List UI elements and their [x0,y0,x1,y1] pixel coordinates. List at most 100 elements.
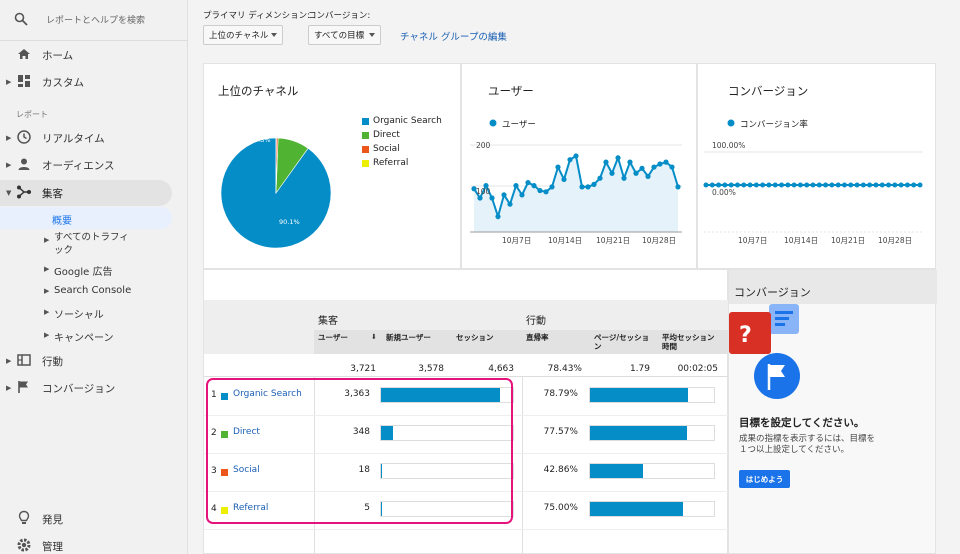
conversion-point[interactable] [734,182,740,188]
users-point[interactable] [603,159,609,165]
users-point[interactable] [585,184,591,190]
conversion-point[interactable] [904,182,910,188]
users-point[interactable] [477,195,483,201]
nav-behavior[interactable]: ▶ 行動 [0,348,188,374]
conversion-point[interactable] [841,182,847,188]
conversion-point[interactable] [760,182,766,188]
header-users[interactable]: ユーザー [318,333,348,342]
header-avg-session-duration[interactable]: 平均セッション時間 [662,333,720,351]
users-point[interactable] [591,181,597,187]
nav-discover[interactable]: 発見 [0,506,188,532]
users-point[interactable] [651,164,657,170]
nav-overview[interactable]: 概要 [0,207,172,229]
users-point[interactable] [531,183,537,189]
conversion-point[interactable] [716,182,722,188]
conversion-point[interactable] [816,182,822,188]
nav-campaigns[interactable]: ▶ キャンペーン [0,329,188,345]
users-point[interactable] [525,179,531,186]
users-point[interactable] [621,175,627,181]
conversion-point[interactable] [835,182,841,188]
users-point[interactable] [579,184,585,190]
conversion-point[interactable] [791,182,797,188]
users-point[interactable] [633,170,639,176]
edit-channel-group-link[interactable]: チャネル グループの編集 [400,29,507,43]
conversion-point[interactable] [886,182,892,188]
legend-label: Direct [373,130,400,140]
users-point[interactable] [669,164,675,170]
conversion-point[interactable] [747,182,753,188]
conversion-point[interactable] [766,182,772,188]
nav-all-traffic[interactable]: ▶ すべてのトラフィック [0,231,188,257]
conversion-point[interactable] [917,182,923,188]
conversion-point[interactable] [879,182,885,188]
users-point[interactable] [663,159,669,165]
users-point[interactable] [567,157,573,163]
users-point[interactable] [543,189,549,195]
users-point[interactable] [507,201,513,207]
nav-audience[interactable]: ▶ オーディエンス [0,152,188,178]
conversion-point[interactable] [867,182,873,188]
users-point[interactable] [615,155,621,161]
primary-dimension-dropdown[interactable]: 上位のチャネル [203,25,283,45]
search-box[interactable]: レポートとヘルプを検索 [0,6,188,32]
total-users: 3,721 [350,364,376,374]
conversion-point[interactable] [892,182,898,188]
nav-discover-label: 発見 [42,513,63,526]
users-point[interactable] [489,195,495,201]
conversion-point[interactable] [854,182,860,188]
users-point[interactable] [501,192,507,198]
users-point[interactable] [657,161,663,167]
conversion-point[interactable] [709,182,715,188]
header-new-users[interactable]: 新規ユーザー [386,333,431,342]
users-point[interactable] [537,187,543,194]
users-point[interactable] [573,153,579,159]
conversion-point[interactable] [911,182,917,188]
nav-search-console[interactable]: ▶ Search Console [0,285,188,301]
users-point[interactable] [639,165,645,171]
conversion-point[interactable] [722,182,728,188]
conversion-point[interactable] [785,182,791,188]
nav-home[interactable]: ホーム [0,42,188,68]
conversion-point[interactable] [898,182,904,188]
conversion-point[interactable] [741,182,747,188]
conversion-point[interactable] [810,182,816,188]
conversion-point[interactable] [779,182,785,188]
conversion-point[interactable] [860,182,866,188]
conversion-point[interactable] [728,182,734,188]
nav-custom[interactable]: ▶ カスタム [0,69,188,95]
header-bounce-rate[interactable]: 直帰率 [526,333,549,342]
legend-label: Organic Search [373,116,442,126]
nav-realtime[interactable]: ▶ リアルタイム [0,125,188,151]
conversion-point[interactable] [772,182,778,188]
users-point[interactable] [513,183,519,189]
header-pages-per-session[interactable]: ページ/セッション [594,333,652,351]
conversion-dropdown[interactable]: すべての目標 [308,25,381,45]
users-point[interactable] [645,173,651,179]
person-icon [18,158,30,170]
users-point[interactable] [675,184,681,190]
nav-google-ads[interactable]: ▶ Google 広告 [0,263,188,279]
conversion-point[interactable] [797,182,803,188]
users-point[interactable] [597,175,603,181]
nav-admin[interactable]: 管理 [0,533,188,554]
conversion-point[interactable] [873,182,879,188]
users-point[interactable] [609,170,615,176]
users-point[interactable] [561,176,567,183]
conversion-point[interactable] [829,182,835,188]
users-point[interactable] [519,192,525,198]
conversion-point[interactable] [848,182,854,188]
users-point[interactable] [555,164,561,170]
conversion-point[interactable] [753,182,759,188]
users-point[interactable] [495,213,501,220]
nav-social[interactable]: ▶ ソーシャル [0,306,188,322]
nav-conversions[interactable]: ▶ コンバージョン [0,375,188,401]
conversion-point[interactable] [823,182,829,188]
header-sessions[interactable]: セッション [456,333,494,342]
users-point[interactable] [627,159,633,165]
nav-acquisition[interactable]: ▼ 集客 [0,180,172,206]
users-point[interactable] [549,184,555,190]
conversion-point[interactable] [703,182,709,188]
get-started-button[interactable]: はじめよう [739,470,790,488]
conversion-point[interactable] [804,182,810,188]
nav-admin-label: 管理 [42,540,63,553]
